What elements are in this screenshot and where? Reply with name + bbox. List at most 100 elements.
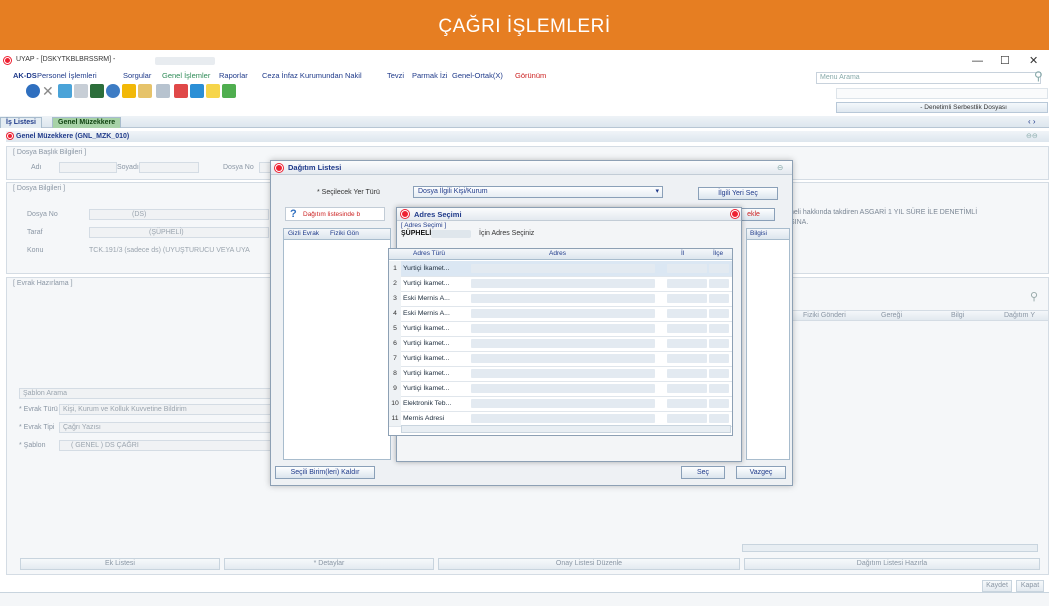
panel-header: Genel Müzekkere (GNL_MZK_010) ⊖⊖ [6, 131, 1049, 142]
secondary-input[interactable] [836, 88, 1048, 99]
thumbs-up-icon[interactable] [222, 84, 236, 98]
info-text: Dağıtım listesinde b [303, 211, 361, 218]
table-row[interactable]: 1 Yurtiçi İkamet... [389, 261, 732, 277]
table-row[interactable]: 6 Yurtiçi İkamet... [389, 336, 732, 352]
users-icon[interactable] [156, 84, 170, 98]
table-row[interactable]: 9 Yurtiçi İkamet... [389, 381, 732, 397]
adres-grid-header: Adres Türü Adres İl İlçe [389, 249, 732, 260]
table-row[interactable]: 5 Yurtiçi İkamet... [389, 321, 732, 337]
fieldset-title: [ Dosya Bilgileri ] [13, 185, 66, 192]
tab-is-listesi[interactable]: İş Listesi [0, 117, 42, 128]
tab-genel-muzekkere[interactable]: Genel Müzekkere [52, 117, 122, 128]
window-titlebar: UYAP - [DSKYTKBLBRSSRM] - — ☐ ✕ [0, 55, 1049, 67]
arrow-right-icon[interactable] [190, 84, 204, 98]
menu-tevzi[interactable]: Tevzi [387, 71, 404, 80]
menu-search-input[interactable]: Menu Arama [816, 72, 1041, 84]
book-icon[interactable] [90, 84, 104, 98]
row-adres-turu: Yurtiçi İkamet... [403, 340, 450, 347]
row-adres-turu: Yurtiçi İkamet... [403, 385, 450, 392]
dialog-titlebar: Adres Seçimi [397, 208, 741, 221]
menu-genel-islemler[interactable]: Genel İşlemler [162, 71, 210, 80]
maximize-button[interactable]: ☐ [1000, 55, 1010, 67]
sec-button[interactable]: Seç [681, 466, 725, 479]
menu-ak-ds[interactable]: AK-DS [13, 71, 37, 80]
help-icon[interactable] [26, 84, 40, 98]
delete-icon[interactable]: ✕ [42, 84, 56, 98]
banner-title: ÇAĞRI İŞLEMLERİ [438, 16, 611, 37]
magnifier-icon[interactable] [106, 84, 120, 98]
panel-title: Genel Müzekkere (GNL_MZK_010) [16, 133, 130, 140]
konu-value: TCK.191/3 (sadece ds) (UYUŞTURUCU VEYA U… [89, 247, 250, 254]
horizontal-scrollbar[interactable] [742, 544, 1038, 552]
folder-icon[interactable] [138, 84, 152, 98]
row-adres-redacted [471, 354, 655, 363]
search-icon[interactable]: ⚲ [1030, 290, 1038, 303]
row-adres-turu: Yurtiçi İkamet... [403, 355, 450, 362]
row-number: 3 [389, 291, 401, 306]
kaydet-button[interactable]: Kaydet [982, 580, 1012, 592]
table-row[interactable]: 8 Yurtiçi İkamet... [389, 366, 732, 382]
ek-listesi-button[interactable]: Ek Listesi [20, 558, 220, 570]
redacted-text [155, 57, 215, 65]
onay-listesi-button[interactable]: Onay Listesi Düzenle [438, 558, 740, 570]
document-icon[interactable] [74, 84, 88, 98]
flag-icon[interactable] [174, 84, 188, 98]
dagitim-listesi-hazirla-button[interactable]: Dağıtım Listesi Hazırla [744, 558, 1040, 570]
dialog-close-icon[interactable]: ⊖ [777, 161, 783, 175]
row-adres-turu: Yurtiçi İkamet... [403, 370, 450, 377]
note-icon[interactable] [206, 84, 220, 98]
info-box: ? Dağıtım listesinde b [285, 207, 385, 221]
close-icon[interactable] [731, 210, 739, 218]
secilecek-yer-turu-select[interactable]: Dosya İlgili Kişi/Kurum ▾ [413, 186, 663, 198]
table-row[interactable]: 2 Yurtiçi İkamet... [389, 276, 732, 292]
search-icon[interactable]: ⚲ [1034, 69, 1043, 83]
ilgili-yeri-sec-button[interactable]: İlgili Yeri Seç [698, 187, 778, 200]
menu-raporlar[interactable]: Raporlar [219, 71, 248, 80]
secili-birimleri-kaldir-button[interactable]: Seçili Birim(leri) Kaldır [275, 466, 375, 479]
fieldset-title: [ Evrak Hazırlama ] [13, 280, 73, 287]
close-button[interactable]: ✕ [1029, 55, 1038, 67]
table-row[interactable]: 7 Yurtiçi İkamet... [389, 351, 732, 367]
row-ilce-redacted [709, 264, 729, 273]
table-row[interactable]: 4 Eski Mernis A... [389, 306, 732, 322]
menu-personel[interactable]: Personel İşlemleri [37, 71, 97, 80]
table-row[interactable]: 3 Eski Mernis A... [389, 291, 732, 307]
menu-ceza-infaz[interactable]: Ceza İnfaz Kurumundan Nakil [262, 71, 362, 80]
row-ilce-redacted [709, 384, 729, 393]
secilecek-value: Dosya İlgili Kişi/Kurum [418, 188, 488, 195]
for-label: İçin Adres Seçiniz [479, 230, 535, 237]
table-icon[interactable] [58, 84, 72, 98]
row-number: 4 [389, 306, 401, 321]
detaylar-button[interactable]: * Detaylar [224, 558, 434, 570]
menu-sorgular[interactable]: Sorgular [123, 71, 151, 80]
minimize-button[interactable]: — [972, 55, 983, 67]
row-ilce-redacted [709, 324, 729, 333]
horizontal-scrollbar[interactable] [401, 425, 731, 433]
secilecek-label: * Seçilecek Yer Türü [317, 189, 380, 196]
tab-bar: İş Listesi Genel Müzekkere ‹ › [0, 116, 1049, 128]
party-name-redacted [431, 230, 471, 238]
dosya-no-label: Dosya No [223, 164, 254, 171]
kapat-button[interactable]: Kapat [1016, 580, 1044, 592]
row-ilce-redacted [709, 339, 729, 348]
menu-parmak-izi[interactable]: Parmak İzi [412, 71, 447, 80]
aciklama-line-1: heli hakkında takdiren ASGARİ 1 YIL SÜRE… [790, 209, 978, 216]
panel-window-controls[interactable]: ⊖⊖ [1026, 131, 1038, 142]
menu-gorunum[interactable]: Görünüm [515, 71, 546, 80]
chevron-down-icon: ▾ [655, 188, 659, 195]
vazgec-button[interactable]: Vazgeç [736, 466, 786, 479]
lamp-icon[interactable] [122, 84, 136, 98]
menu-genel-ortak[interactable]: Genel-Ortak(X) [452, 71, 503, 80]
status-bar [0, 592, 1049, 606]
row-adres-redacted [471, 264, 655, 273]
row-adres-redacted [471, 324, 655, 333]
tab-scroll-arrows[interactable]: ‹ › [1028, 117, 1036, 126]
row-number: 9 [389, 381, 401, 396]
dagitim-table: Gizli Evrak Fiziki Gön [283, 228, 391, 460]
taraf-value: (ŞÜPHELİ) [149, 229, 184, 236]
col-geregi: Gereği [881, 312, 903, 319]
row-il-redacted [667, 309, 707, 318]
table-row[interactable]: 10 Elektronik Teb... [389, 396, 732, 412]
dialog-titlebar: Dağıtım Listesi ⊖ [271, 161, 792, 175]
dossier-type-select[interactable]: - Denetimli Serbestlik Dosyası [836, 102, 1048, 113]
